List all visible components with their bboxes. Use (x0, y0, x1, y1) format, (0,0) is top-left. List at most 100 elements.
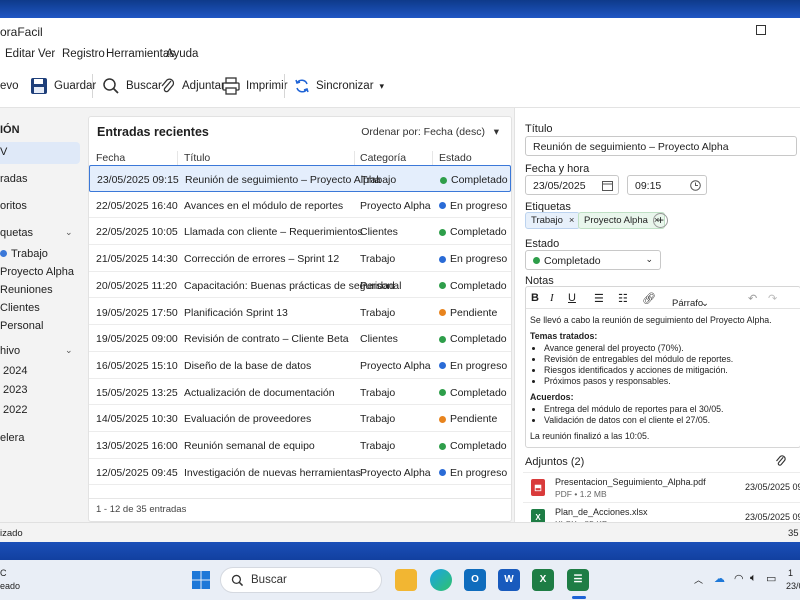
underline-icon[interactable]: U (568, 292, 576, 304)
column-header-estado[interactable]: Estado (439, 152, 472, 164)
onedrive-icon[interactable]: ☁ (714, 572, 725, 585)
outlook-icon[interactable]: O (464, 569, 486, 591)
sidebar-tag-item[interactable]: Proyecto Alpha (0, 266, 74, 278)
word-icon[interactable]: W (498, 569, 520, 591)
table-row[interactable]: 13/05/2025 16:00 Reunión semanal de equip… (89, 432, 511, 459)
sidebar-tag-item[interactable]: Personal (0, 320, 43, 332)
sidebar-item-selected[interactable]: V (0, 142, 80, 164)
numbered-list-icon[interactable]: ☷ (618, 292, 628, 305)
tag-chip-trabajo[interactable]: Trabajo × (525, 212, 581, 229)
status-text: Completado (450, 226, 507, 239)
table-row[interactable]: 20/05/2025 11:20 Capacitación: Buenas prá… (89, 272, 511, 299)
add-tag-button[interactable]: + (653, 213, 668, 228)
cell-estado: Completado (439, 280, 507, 292)
notes-editor[interactable]: B I U ☰ ☷ 🔗︎ Párrafo ⌄ ↶ ↷ Se llevó a ca… (525, 286, 800, 448)
table-row[interactable]: 14/05/2025 10:30 Evaluación de proveedore… (89, 405, 511, 432)
new-button[interactable]: evo (0, 76, 19, 96)
cell-estado: En progreso (439, 360, 507, 372)
cell-estado: Pendiente (439, 413, 497, 425)
cell-titulo: Avances en el módulo de reportes (184, 199, 344, 212)
table-row[interactable]: 22/05/2025 10:05 Llamada con cliente – Re… (89, 218, 511, 246)
chevron-up-icon[interactable]: ︿ (694, 573, 703, 586)
save-button[interactable]: Guardar (30, 76, 96, 96)
paragraph-style-select[interactable]: Párrafo ⌄ (672, 293, 709, 309)
cell-titulo: Llamada con cliente – Requerimientos (184, 226, 363, 239)
sidebar-tag-item[interactable]: Clientes (0, 302, 40, 314)
status-select[interactable]: Completado ⌄ (525, 250, 661, 270)
menu-herramientas[interactable]: Herramientas (106, 48, 175, 60)
toolbar: evo Guardar Buscar Adjuntar Imprimir Sin… (0, 64, 800, 108)
sidebar-tag-label: Personal (0, 320, 44, 332)
cell-titulo: Planificación Sprint 13 (184, 306, 288, 319)
menu-ver[interactable]: Ver (38, 48, 55, 60)
edge-browser-icon[interactable] (430, 569, 452, 591)
clock-date[interactable]: 23/0 (786, 581, 800, 591)
menu-editar[interactable]: Editar (5, 48, 35, 60)
search-button[interactable]: Buscar (102, 76, 162, 96)
bullet-list-icon[interactable]: ☰ (594, 292, 604, 305)
sidebar-year[interactable]: 2023 (3, 384, 27, 396)
file-explorer-icon[interactable] (395, 569, 417, 591)
sidebar-tag-item[interactable]: Reuniones (0, 284, 53, 296)
time-input[interactable]: 09:15 (627, 175, 707, 195)
volume-icon[interactable]: 🔈︎ (750, 572, 757, 585)
column-header-categoria[interactable]: Categoría (360, 152, 406, 164)
table-row[interactable]: 12/05/2025 09:45 Investigación de nuevas … (89, 459, 511, 486)
table-row[interactable]: 16/05/2025 15:10 Diseño de la base de dat… (89, 352, 511, 379)
sidebar-tag-item[interactable]: Trabajo (0, 248, 48, 260)
sort-dropdown[interactable]: Ordenar por: Fecha (desc) ▾ (361, 126, 499, 138)
link-icon[interactable]: 🔗︎ (642, 292, 656, 305)
sidebar-year[interactable]: 2024 (3, 365, 27, 377)
table-row[interactable]: 23/05/2025 09:15 Reunión de seguimiento –… (89, 165, 511, 192)
column-divider (177, 151, 178, 165)
status-dot (440, 176, 447, 184)
attachment-item[interactable]: ⬒ Presentacion_Seguimiento_Alpha.pdf PDF… (523, 472, 800, 502)
sidebar-year[interactable]: 2022 (3, 404, 27, 416)
table-row[interactable]: 15/05/2025 13:25 Actualización de documen… (89, 379, 511, 406)
table-row[interactable]: 22/05/2025 16:40 Avances en el módulo de … (89, 192, 511, 219)
wifi-icon[interactable]: ◠ (734, 572, 744, 585)
battery-icon[interactable]: ▭ (766, 572, 776, 585)
sidebar-item-papelera[interactable]: elera (0, 432, 24, 444)
close-icon[interactable]: × (569, 215, 575, 226)
redo-icon[interactable]: ↷ (768, 292, 777, 305)
sync-button[interactable]: Sincronizar ▾ (294, 76, 384, 96)
menu-registro[interactable]: Registro (62, 48, 105, 60)
column-divider (354, 151, 355, 165)
attach-button[interactable]: Adjuntar (160, 76, 225, 96)
date-input[interactable]: 23/05/2025 (525, 175, 619, 195)
detail-panel: Título Reunión de seguimiento – Proyecto… (514, 108, 800, 529)
chevron-down-icon[interactable]: ⌄ (65, 345, 73, 356)
cell-estado: En progreso (439, 467, 507, 479)
italic-icon[interactable]: I (550, 292, 554, 304)
table-row[interactable]: 19/05/2025 17:50 Planificación Sprint 13 T… (89, 299, 511, 326)
undo-icon[interactable]: ↶ (748, 292, 757, 305)
sidebar-tags-heading[interactable]: quetas (0, 227, 33, 239)
notes-app-icon[interactable]: ☰ (567, 569, 589, 591)
menu-ayuda[interactable]: Ayuda (166, 48, 198, 60)
sidebar-item-entradas[interactable]: radas (0, 173, 28, 185)
sidebar-archive-heading[interactable]: hivo (0, 345, 20, 357)
clock-time[interactable]: 1 (788, 568, 793, 578)
sidebar-item-favoritos[interactable]: oritos (0, 200, 27, 212)
title-bar: oraFacil (0, 18, 800, 44)
table-row[interactable]: 19/05/2025 09:00 Revisión de contrato – C… (89, 325, 511, 352)
print-button[interactable]: Imprimir (222, 76, 288, 96)
weather-temp[interactable]: C (0, 568, 7, 578)
windows-start-icon[interactable] (192, 571, 210, 589)
table-row[interactable]: 21/05/2025 14:30 Corrección de errores – … (89, 245, 511, 272)
chevron-down-icon[interactable]: ⌄ (65, 227, 73, 238)
taskbar-search[interactable]: Buscar (220, 567, 382, 593)
paperclip-icon[interactable] (775, 454, 787, 468)
status-dot (439, 362, 446, 370)
column-header-fecha[interactable]: Fecha (96, 152, 125, 164)
title-input[interactable]: Reunión de seguimiento – Proyecto Alpha (525, 136, 797, 156)
excel-icon[interactable]: X (532, 569, 554, 591)
maximize-icon[interactable] (756, 25, 766, 35)
chevron-down-icon: ▾ (379, 80, 385, 91)
column-header-titulo[interactable]: Título (184, 152, 210, 164)
weather-condition[interactable]: eado (0, 581, 20, 591)
status-dot (439, 415, 446, 423)
cell-categoria: Proyecto Alpha (360, 359, 431, 372)
bold-icon[interactable]: B (531, 292, 539, 304)
